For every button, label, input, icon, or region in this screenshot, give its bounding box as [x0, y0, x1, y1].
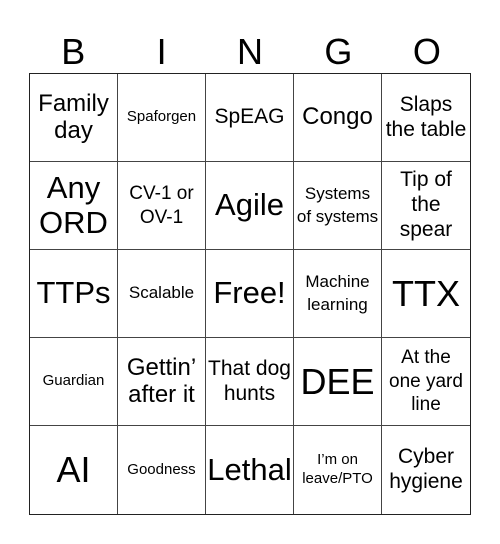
bingo-cell-text: TTX: [392, 272, 460, 314]
bingo-cell[interactable]: Gettin’ after it: [118, 338, 206, 426]
bingo-cell[interactable]: Goodness: [118, 426, 206, 514]
bingo-cell[interactable]: Scalable: [118, 250, 206, 338]
bingo-cell[interactable]: Family day: [30, 74, 118, 162]
bingo-cell-text: Cyber hygiene: [389, 445, 463, 493]
bingo-cell[interactable]: Agile: [206, 162, 294, 250]
bingo-cell-text: Spaforgen: [126, 108, 197, 126]
bingo-cell[interactable]: TTX: [382, 250, 470, 338]
bingo-cell-text: Any ORD: [39, 170, 108, 240]
header-letter-b: B: [61, 31, 86, 72]
header-letter-n: N: [237, 31, 264, 72]
bingo-cell-text: Family day: [38, 90, 109, 144]
bingo-cell-text: Scalable: [128, 283, 195, 303]
bingo-cell-text: SpEAG: [214, 105, 285, 129]
header-letter-o: O: [412, 31, 441, 72]
bingo-cell-text: Guardian: [42, 372, 105, 390]
bingo-cell-text: Goodness: [127, 460, 196, 478]
bingo-cell[interactable]: Lethal: [206, 426, 294, 514]
bingo-cell-text: TTPs: [36, 275, 111, 311]
bingo-cell[interactable]: DEE: [294, 338, 382, 426]
bingo-cell-text: DEE: [300, 360, 375, 402]
bingo-cell-text: I’m on leave/PTO: [302, 451, 373, 487]
bingo-cell[interactable]: Any ORD: [30, 162, 118, 250]
header-letter-g: G: [324, 31, 353, 72]
bingo-cell-text: Tip of the spear: [399, 168, 453, 241]
bingo-cell[interactable]: I’m on leave/PTO: [294, 426, 382, 514]
bingo-cell[interactable]: TTPs: [30, 250, 118, 338]
bingo-cell[interactable]: At the one yard line: [382, 338, 470, 426]
bingo-cell[interactable]: That dog hunts: [206, 338, 294, 426]
bingo-cell-text: At the one yard line: [389, 346, 463, 416]
bingo-cell-text: AI: [56, 449, 91, 491]
bingo-header: B I N G O: [29, 30, 471, 74]
bingo-cell[interactable]: Guardian: [30, 338, 118, 426]
bingo-cell[interactable]: Slaps the table: [382, 74, 470, 162]
bingo-cell[interactable]: Cyber hygiene: [382, 426, 470, 514]
bingo-cell[interactable]: Congo: [294, 74, 382, 162]
bingo-cell-text: Agile: [215, 187, 284, 223]
bingo-cell-text: Slaps the table: [385, 92, 467, 141]
bingo-cell-text: CV-1 or OV-1: [129, 182, 194, 228]
bingo-cell-text: Gettin’ after it: [126, 354, 197, 408]
bingo-cell-text: Machine learning: [305, 271, 370, 314]
bingo-cell[interactable]: AI: [30, 426, 118, 514]
bingo-cell[interactable]: Machine learning: [294, 250, 382, 338]
bingo-cell-text: Congo: [302, 103, 373, 131]
bingo-cell[interactable]: SpEAG: [206, 74, 294, 162]
bingo-cell[interactable]: Spaforgen: [118, 74, 206, 162]
bingo-cell-text: That dog hunts: [208, 356, 291, 405]
bingo-cell[interactable]: Free!: [206, 250, 294, 338]
bingo-grid: Family day Spaforgen SpEAG Congo Slaps the t…: [29, 73, 471, 515]
bingo-cell-text: Systems of systems: [296, 183, 379, 226]
bingo-cell[interactable]: CV-1 or OV-1: [118, 162, 206, 250]
header-letter-i: I: [156, 31, 167, 72]
bingo-cell-text: Lethal: [207, 451, 292, 487]
bingo-cell[interactable]: Tip of the spear: [382, 162, 470, 250]
bingo-cell-text: Free!: [213, 275, 286, 311]
bingo-cell[interactable]: Systems of systems: [294, 162, 382, 250]
